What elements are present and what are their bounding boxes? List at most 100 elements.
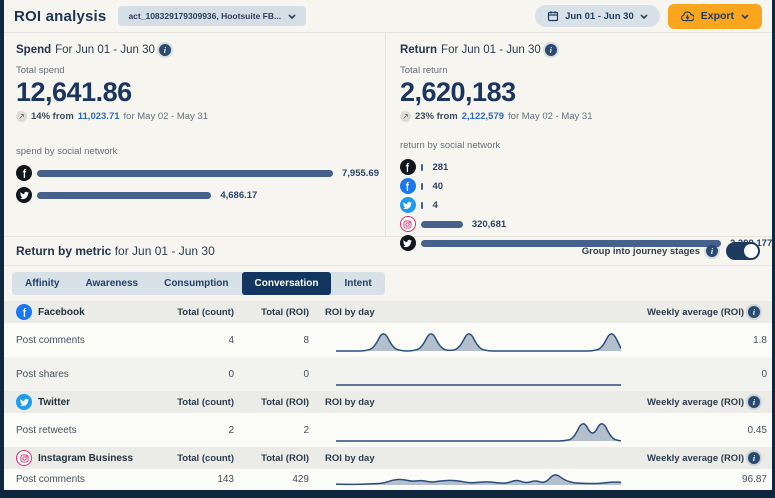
return-bar-value: 320,681	[472, 219, 506, 230]
spend-bar-value: 7,955.69	[342, 168, 379, 179]
roi-sparkline	[336, 325, 621, 355]
tab-affinity[interactable]: Affinity	[12, 272, 72, 295]
trend-up-icon: ↗	[16, 111, 27, 122]
spend-bar-row: 7,955.69	[16, 165, 379, 181]
total-return-value: 2,620,183	[400, 77, 772, 108]
chevron-down-icon	[741, 14, 749, 19]
chevron-down-icon	[640, 14, 648, 19]
tab-awareness[interactable]: Awareness	[72, 272, 151, 295]
return-change-row: ↗ 23% from 2,122,579 for May 02 - May 31	[400, 111, 772, 122]
col-roi-by-day: ROI by day	[309, 397, 614, 408]
info-icon[interactable]: i	[545, 44, 557, 56]
return-bar-facebook-page	[421, 164, 424, 171]
info-icon[interactable]: i	[748, 306, 760, 318]
spend-title-label: Spend	[16, 44, 51, 56]
total-return-label: Total return	[400, 65, 772, 76]
info-icon[interactable]: i	[159, 44, 171, 56]
col-weekly-average: Weekly average (ROI)	[647, 397, 744, 408]
toggle-knob	[744, 244, 758, 258]
col-roi-by-day: ROI by day	[309, 307, 614, 318]
metric-name: Post retweets	[16, 425, 136, 436]
metric-roi: 0	[234, 369, 309, 380]
return-change-pct: 23% from	[415, 111, 458, 122]
return-bar-row: 320,681	[400, 216, 772, 232]
info-icon[interactable]: i	[748, 452, 760, 464]
col-roi-by-day: ROI by day	[309, 453, 614, 464]
col-weekly-average: Weekly average (ROI)	[647, 453, 744, 464]
return-by-metric-title: Return by metric for Jun 01 - Jun 30	[16, 244, 215, 258]
spend-bar-value: 4,686.17	[220, 190, 257, 201]
journey-stages-toggle[interactable]	[726, 242, 760, 260]
metric-weekly-average: 96.87	[621, 474, 767, 485]
spend-previous-link[interactable]: 11,023.71	[78, 111, 120, 122]
metric-weekly-average: 1.8	[621, 335, 767, 346]
table-row: Post comments 4 8 1.8	[4, 323, 772, 357]
info-icon[interactable]: i	[706, 245, 718, 257]
calendar-icon	[547, 10, 559, 22]
export-label: Export	[701, 10, 734, 22]
metric-count: 4	[136, 335, 234, 346]
tab-conversation[interactable]: Conversation	[242, 272, 332, 295]
return-bar-value: 40	[432, 181, 443, 192]
instagram-icon	[400, 216, 416, 232]
metric-roi: 429	[234, 474, 309, 485]
return-panel: Return For Jun 01 - Jun 30 i Total retur…	[386, 33, 772, 236]
metric-name: Post shares	[16, 369, 136, 380]
section-header-twitter: Twitter Total (count) Total (ROI) ROI by…	[4, 391, 772, 413]
return-previous-link[interactable]: 2,122,579	[462, 111, 504, 122]
roi-sparkline	[336, 359, 621, 389]
return-bar-value: 281	[432, 162, 448, 173]
col-total-roi: Total (ROI)	[234, 307, 309, 318]
col-total-count: Total (count)	[136, 307, 234, 318]
metric-name: Post comments	[16, 474, 136, 485]
twitter-icon	[400, 235, 416, 251]
account-dropdown-label: act_108329179309936, Hootsuite FB...	[128, 11, 281, 21]
spend-period: For Jun 01 - Jun 30	[55, 44, 155, 56]
facebook-icon	[400, 178, 416, 194]
section-network-name: Facebook	[38, 307, 85, 318]
metric-table: Facebook Total (count) Total (ROI) ROI b…	[4, 301, 772, 489]
date-range-picker[interactable]: Jun 01 - Jun 30	[535, 5, 660, 27]
facebook-icon	[16, 165, 32, 181]
date-range-label: Jun 01 - Jun 30	[565, 11, 634, 22]
metric-tabs-wrap: Affinity Awareness Consumption Conversat…	[4, 266, 772, 301]
spend-bars-label: spend by social network	[16, 146, 379, 157]
metric-weekly-average: 0	[621, 369, 767, 380]
twitter-icon	[400, 197, 416, 213]
trend-up-icon: ↗	[400, 111, 411, 122]
return-change-period: for May 02 - May 31	[508, 111, 592, 122]
metric-name: Post comments	[16, 335, 136, 346]
spend-change-row: ↗ 14% from 11,023.71 for May 02 - May 31	[16, 111, 379, 122]
info-icon[interactable]: i	[748, 396, 760, 408]
return-bars: 281 40 4 320,681	[400, 159, 772, 251]
cloud-download-icon	[681, 10, 694, 23]
return-bar-instagram	[421, 221, 463, 228]
twitter-icon	[16, 187, 32, 203]
metric-weekly-average: 0.45	[621, 425, 767, 436]
twitter-icon	[16, 394, 32, 410]
table-row: Post shares 0 0 0	[4, 357, 772, 391]
spend-panel: Spend For Jun 01 - Jun 30 i Total spend …	[4, 33, 386, 236]
return-by-metric-title-label: Return by metric	[16, 244, 111, 258]
roi-analysis-page: ROI analysis act_108329179309936, Hootsu…	[4, 0, 772, 490]
col-total-count: Total (count)	[136, 453, 234, 464]
return-bar-facebook	[421, 183, 424, 190]
tab-consumption[interactable]: Consumption	[151, 272, 241, 295]
spend-bars: 7,955.69 4,686.17	[16, 165, 379, 203]
journey-stages-label: Group into journey stages	[582, 246, 700, 257]
roi-sparkline	[336, 469, 621, 489]
metric-count: 0	[136, 369, 234, 380]
total-spend-label: Total spend	[16, 65, 379, 76]
export-button[interactable]: Export	[668, 4, 762, 29]
return-by-metric-period: for Jun 01 - Jun 30	[115, 244, 215, 258]
table-row: Post comments 143 429 96.87	[4, 469, 772, 489]
page-title: ROI analysis	[14, 8, 106, 25]
table-row: Post retweets 2 2 0.45	[4, 413, 772, 447]
spend-bar-twitter	[37, 192, 211, 199]
return-bar-value: 4	[432, 200, 437, 211]
return-bar-row: 40	[400, 178, 772, 194]
account-dropdown[interactable]: act_108329179309936, Hootsuite FB...	[118, 6, 306, 26]
tab-intent[interactable]: Intent	[331, 272, 384, 295]
col-weekly-average: Weekly average (ROI)	[647, 307, 744, 318]
return-bars-label: return by social network	[400, 140, 772, 151]
